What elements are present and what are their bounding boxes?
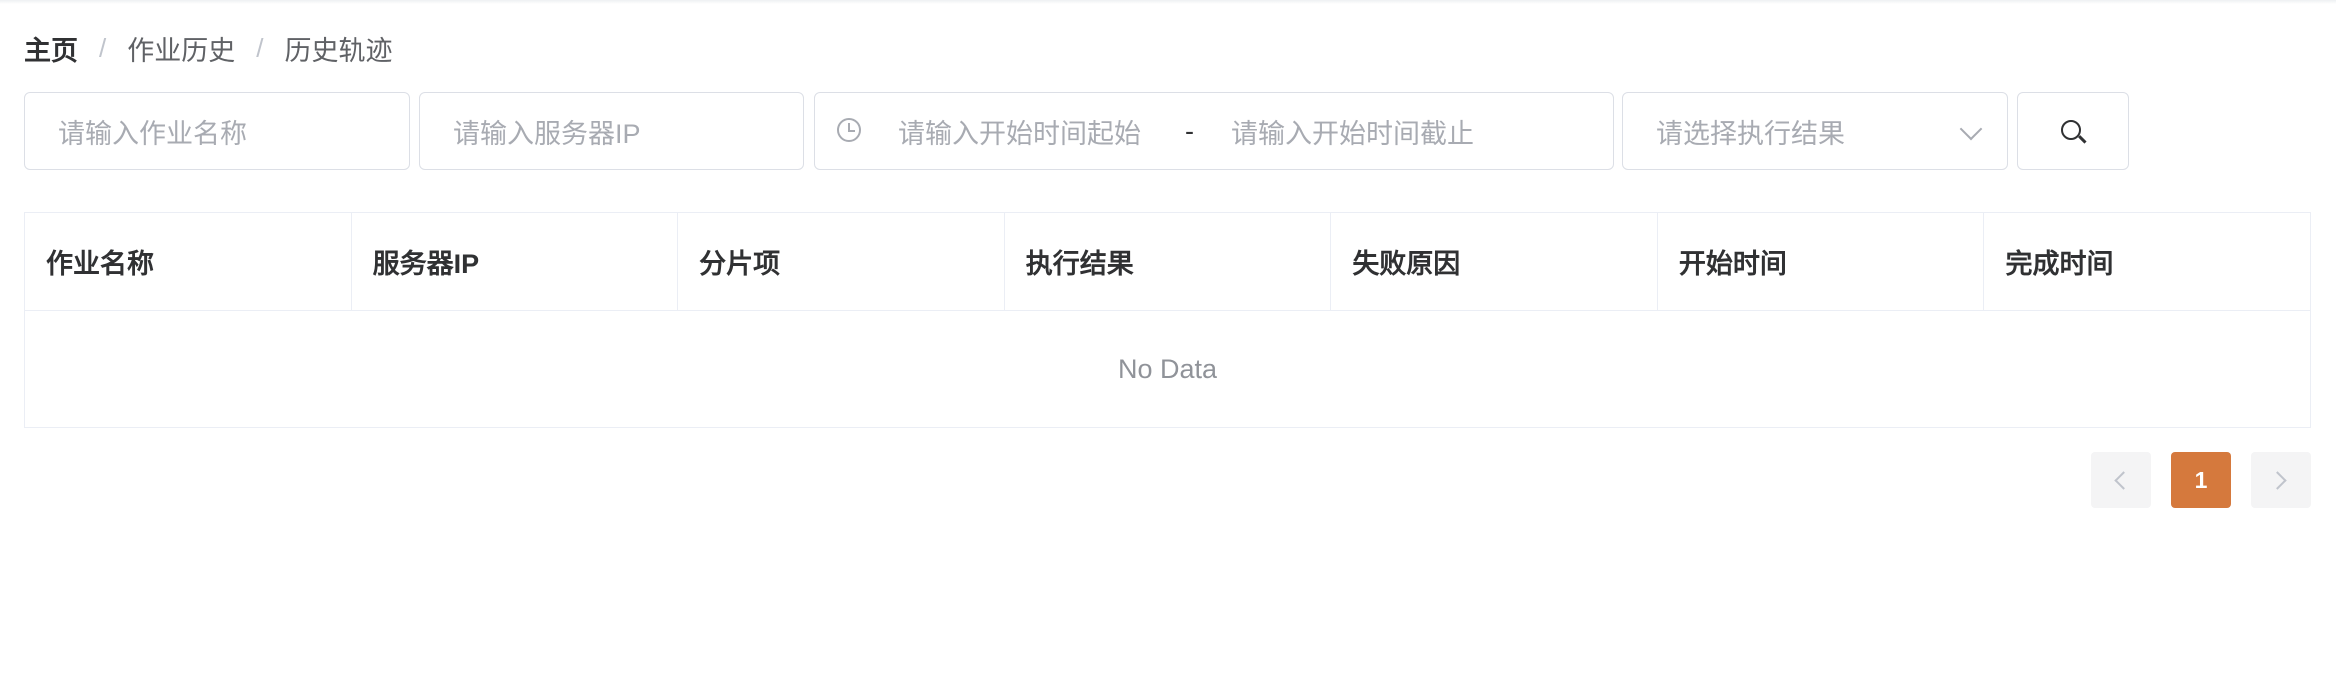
column-header-sharding-item: 分片项 (678, 213, 1005, 310)
breadcrumb-separator: / (256, 32, 264, 63)
pagination-prev-button[interactable] (2091, 452, 2151, 508)
pagination-page-1[interactable]: 1 (2171, 452, 2231, 508)
breadcrumb-job-history[interactable]: 作业历史 (127, 29, 235, 68)
column-header-complete-time: 完成时间 (2005, 249, 2114, 279)
range-separator: - (1185, 115, 1194, 146)
column-header-server-ip: 服务器IP (352, 213, 679, 310)
breadcrumb-home[interactable]: 主页 (24, 29, 78, 68)
table-header: 作业名称 服务器IP 分片项 执行结果 失败原因 开始时间 完成时间 (25, 213, 2310, 311)
table-empty-state: No Data (1117, 353, 1218, 384)
job-name-input[interactable]: 请输入作业名称 (24, 92, 410, 170)
history-table: 作业名称 服务器IP 分片项 执行结果 失败原因 开始时间 完成时间 No Da… (24, 212, 2311, 428)
execution-result-select[interactable]: 请选择执行结果 (1622, 92, 2008, 170)
breadcrumb-history-trace: 历史轨迹 (284, 35, 393, 66)
top-shadow (0, 0, 2336, 4)
search-icon-handle (2078, 135, 2087, 144)
pagination-next-button[interactable] (2251, 452, 2311, 508)
server-ip-placeholder: 请输入服务器IP (453, 118, 641, 149)
chevron-right-icon (2268, 471, 2287, 490)
start-time-range-picker[interactable]: 请输入开始时间起始 - 请输入开始时间截止 (814, 92, 1614, 170)
start-time-from-input[interactable]: 请输入开始时间起始 (898, 112, 1141, 151)
column-header-start-time: 开始时间 (1658, 213, 1985, 310)
clock-icon (837, 118, 861, 142)
chevron-left-icon (2114, 471, 2133, 490)
server-ip-input[interactable]: 请输入服务器IP (419, 92, 804, 170)
execution-result-placeholder: 请选择执行结果 (1656, 118, 1845, 149)
breadcrumb-separator: / (99, 32, 107, 63)
column-header-failure-cause: 失败原因 (1331, 213, 1658, 310)
column-header-execution-result: 执行结果 (1005, 213, 1332, 310)
breadcrumb: 主页 / 作业历史 / 历史轨迹 (24, 30, 392, 66)
job-name-placeholder: 请输入作业名称 (58, 118, 247, 149)
column-header-job-name: 作业名称 (25, 213, 352, 310)
start-time-to-input[interactable]: 请输入开始时间截止 (1231, 112, 1474, 151)
search-button[interactable] (2017, 92, 2129, 170)
chevron-down-icon (1959, 117, 1983, 141)
